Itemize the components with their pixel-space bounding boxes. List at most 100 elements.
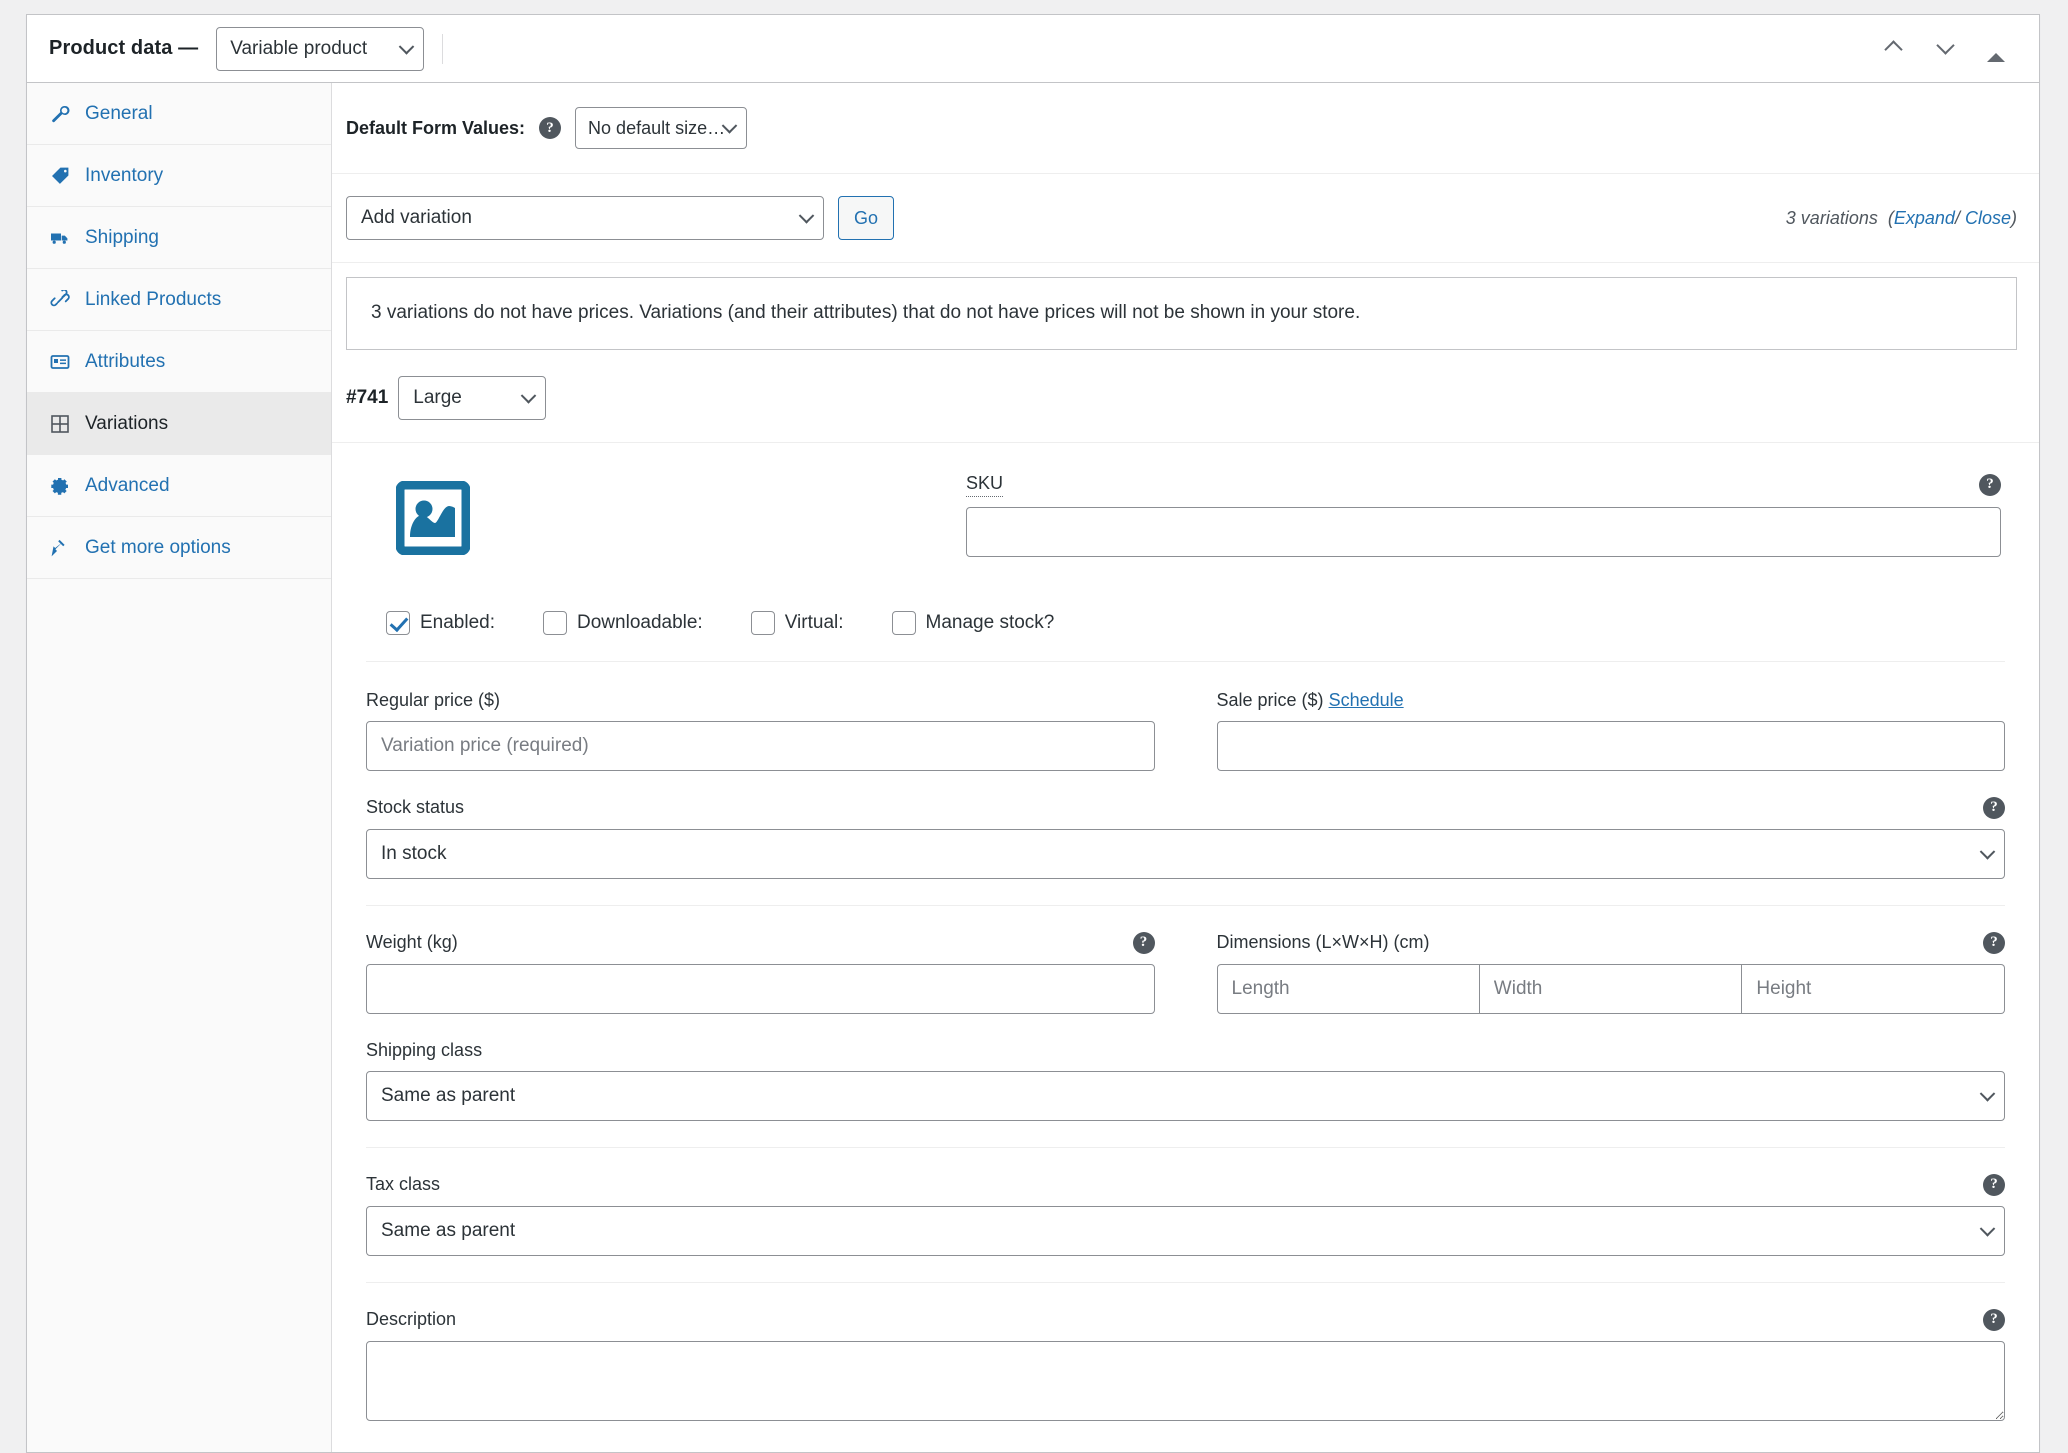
expand-link[interactable]: Expand — [1894, 208, 1955, 228]
gear-icon — [49, 475, 71, 497]
shipping-class-value: Same as parent — [381, 1085, 515, 1107]
dimension-length-input[interactable] — [1217, 964, 1480, 1014]
variations-panel: Default Form Values: ? No default size… … — [332, 83, 2039, 1452]
checkbox-label: Virtual: — [785, 612, 844, 634]
variation-sku-column: SKU ? — [966, 473, 2005, 557]
move-up-button[interactable] — [1883, 36, 1909, 62]
sidebar-item-inventory[interactable]: Inventory — [27, 145, 331, 207]
dimensions-inputs — [1217, 964, 2006, 1014]
sidebar-item-label: Advanced — [85, 475, 170, 497]
sku-input[interactable] — [966, 507, 2001, 557]
link-separator: / — [1955, 208, 1960, 228]
description-textarea[interactable] — [366, 1341, 2005, 1421]
sidebar-item-shipping[interactable]: Shipping — [27, 207, 331, 269]
tax-class-label-line: Tax class ? — [366, 1174, 2005, 1196]
close-link[interactable]: Close — [1965, 208, 2011, 228]
sidebar-item-get-more-options[interactable]: Get more options — [27, 517, 331, 579]
product-type-select[interactable]: Variable product — [216, 27, 424, 71]
variation-header: #741 Large — [332, 350, 2039, 442]
regular-price-field: Regular price ($) — [366, 690, 1155, 771]
sidebar-item-linked-products[interactable]: Linked Products — [27, 269, 331, 331]
sidebar-item-label: Attributes — [85, 351, 165, 373]
postbox-body: General Inventory Shipping — [27, 83, 2039, 1452]
variation-top-row: SKU ? — [366, 473, 2005, 557]
plugin-icon — [49, 537, 71, 559]
shipping-class-label: Shipping class — [366, 1040, 482, 1061]
checkbox-box — [751, 611, 775, 635]
sidebar-item-variations[interactable]: Variations — [27, 393, 331, 455]
variation-id: #741 — [346, 387, 388, 409]
page-wrapper: Product data — Variable product — [0, 0, 2068, 1453]
shipping-class-label-line: Shipping class — [366, 1040, 2005, 1061]
checkbox-label: Downloadable: — [577, 612, 703, 634]
tax-class-field: Tax class ? Same as parent — [366, 1174, 2005, 1283]
sidebar-item-general[interactable]: General — [27, 83, 331, 145]
dimensions-label: Dimensions (L×W×H) (cm) — [1217, 932, 1430, 953]
sidebar-item-label: Shipping — [85, 227, 159, 249]
help-icon[interactable]: ? — [1983, 1174, 2005, 1196]
link-icon — [49, 289, 71, 311]
checkbox-label: Manage stock? — [926, 612, 1055, 634]
description-label-line: Description ? — [366, 1309, 2005, 1331]
sale-price-label-group: Sale price ($) Schedule — [1217, 690, 1404, 711]
regular-price-label: Regular price ($) — [366, 690, 500, 711]
virtual-checkbox[interactable]: Virtual: — [751, 611, 844, 635]
postbox-controls — [1883, 36, 2029, 62]
description-label: Description — [366, 1309, 456, 1330]
weight-input[interactable] — [366, 964, 1155, 1014]
weight-label: Weight (kg) — [366, 932, 458, 953]
variation-flags-row: Enabled: Downloadable: Virtual: Man — [366, 583, 2005, 662]
help-icon[interactable]: ? — [1979, 474, 2001, 496]
product-data-postbox: Product data — Variable product — [26, 14, 2040, 1453]
variation-count-text: 3 variations — [1786, 208, 1878, 228]
tax-class-value: Same as parent — [381, 1220, 515, 1242]
weight-field: Weight (kg) ? — [366, 932, 1155, 1014]
default-form-values-label: Default Form Values: — [346, 118, 525, 139]
sale-price-field: Sale price ($) Schedule — [1217, 690, 2006, 771]
toggle-panel-button[interactable] — [1987, 36, 2013, 62]
sku-label-line: SKU ? — [966, 473, 2001, 497]
regular-price-input[interactable] — [366, 721, 1155, 771]
manage-stock-checkbox[interactable]: Manage stock? — [892, 611, 1055, 635]
sidebar-item-attributes[interactable]: Attributes — [27, 331, 331, 393]
dimension-height-input[interactable] — [1742, 964, 2005, 1014]
checkbox-box — [386, 611, 410, 635]
tax-class-select[interactable]: Same as parent — [366, 1206, 2005, 1256]
downloadable-checkbox[interactable]: Downloadable: — [543, 611, 703, 635]
schedule-link[interactable]: Schedule — [1329, 690, 1404, 710]
help-icon[interactable]: ? — [1983, 932, 2005, 954]
help-icon[interactable]: ? — [1983, 1309, 2005, 1331]
dimensions-label-line: Dimensions (L×W×H) (cm) ? — [1217, 932, 2006, 954]
variation-body: SKU ? Enabled: — [332, 442, 2039, 1452]
variations-toolbar: Add variation Go 3 variations (Expand/ C… — [332, 174, 2039, 263]
go-button[interactable]: Go — [838, 196, 894, 240]
checkbox-box — [543, 611, 567, 635]
variation-attribute-select[interactable]: Large — [398, 376, 546, 420]
wrench-icon — [49, 103, 71, 125]
no-prices-notice: 3 variations do not have prices. Variati… — [346, 277, 2017, 350]
stock-status-select[interactable]: In stock — [366, 829, 2005, 879]
help-icon[interactable]: ? — [539, 117, 561, 139]
variation-attribute-value: Large — [413, 387, 462, 409]
product-type-value: Variable product — [230, 38, 367, 60]
move-down-button[interactable] — [1935, 36, 1961, 62]
sidebar-item-advanced[interactable]: Advanced — [27, 455, 331, 517]
shipping-class-field: Shipping class Same as parent — [366, 1014, 2005, 1148]
variation-image-placeholder[interactable] — [394, 479, 472, 557]
list-icon — [49, 351, 71, 373]
default-size-select[interactable]: No default size… — [575, 107, 747, 149]
add-variation-select[interactable]: Add variation — [346, 196, 824, 240]
grid-icon — [49, 413, 71, 435]
sale-price-label-line: Sale price ($) Schedule — [1217, 690, 2006, 711]
help-icon[interactable]: ? — [1133, 932, 1155, 954]
dimension-width-input[interactable] — [1480, 964, 1743, 1014]
shipping-class-select[interactable]: Same as parent — [366, 1071, 2005, 1121]
price-row: Regular price ($) Sale price ($) Schedul… — [366, 690, 2005, 771]
triangle-up-icon — [1987, 36, 2005, 62]
sale-price-input[interactable] — [1217, 721, 2006, 771]
enabled-checkbox[interactable]: Enabled: — [386, 611, 495, 635]
weight-dimensions-row: Weight (kg) ? Dimensions (L×W×H) (cm) ? — [366, 932, 2005, 1014]
truck-icon — [49, 227, 71, 249]
weight-label-line: Weight (kg) ? — [366, 932, 1155, 954]
help-icon[interactable]: ? — [1983, 797, 2005, 819]
